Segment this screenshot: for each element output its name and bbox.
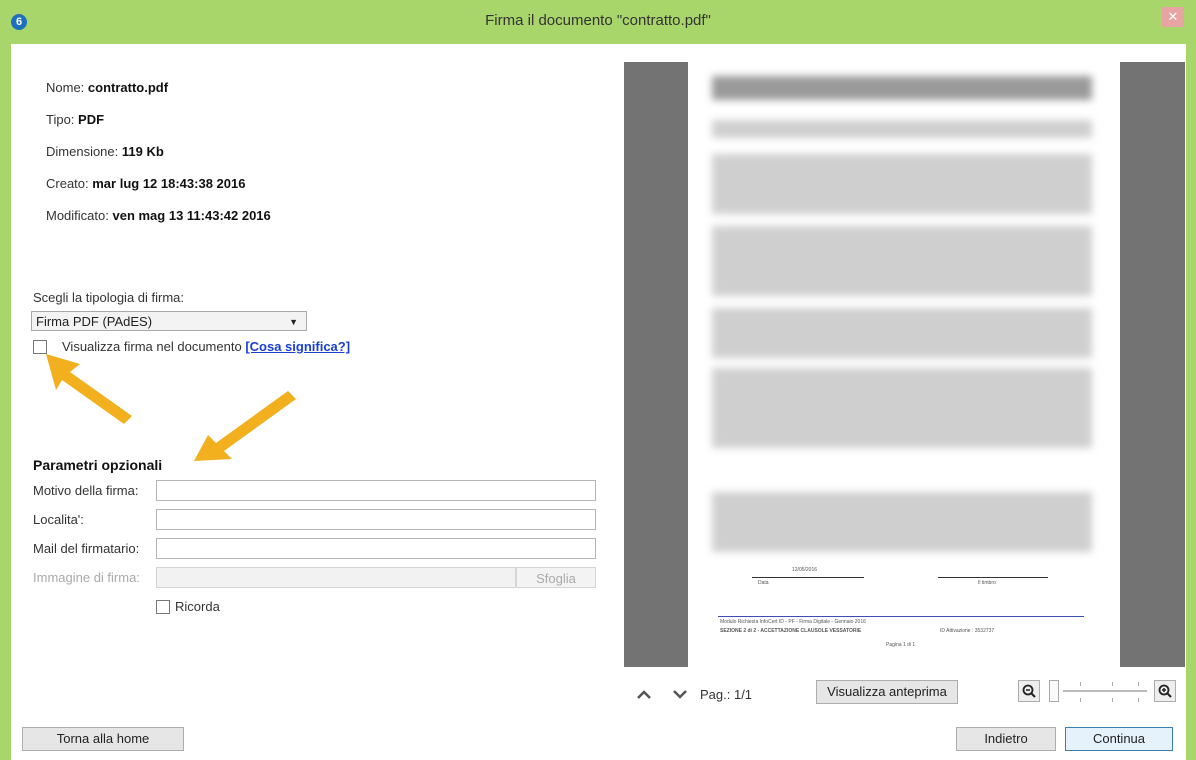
help-link[interactable]: [Cosa significa?]: [245, 339, 350, 354]
preview-button[interactable]: Visualizza anteprima: [816, 680, 958, 704]
signature-type-label: Scegli la tipologia di firma:: [33, 290, 185, 305]
remember-checkbox[interactable]: [156, 600, 170, 614]
file-type-row: Tipo: PDF: [46, 112, 104, 127]
location-label: Localita':: [33, 512, 84, 527]
annotation-arrow-icon: [194, 391, 296, 461]
signature-type-value: Firma PDF (PAdES): [36, 314, 153, 329]
page-indicator: Pag.: 1/1: [700, 687, 753, 702]
back-button[interactable]: Indietro: [956, 727, 1056, 751]
location-input[interactable]: [156, 509, 596, 530]
window-frame-left: [0, 44, 11, 760]
chevron-up-icon[interactable]: [632, 684, 656, 704]
blurred-text: [712, 368, 1092, 448]
window-frame-right: [1186, 44, 1196, 760]
document-page-preview: 12/05/2016 Data Il timbro Modulo Richies…: [688, 62, 1120, 667]
window-title: Firma il documento "contratto.pdf": [485, 12, 711, 29]
annotation-arrow-icon: [46, 354, 132, 424]
doc-footer-page: Pagina 1 di 1: [886, 642, 916, 648]
file-modified-row: Modificato: ven mag 13 11:43:42 2016: [46, 208, 271, 223]
file-name-row: Nome: contratto.pdf: [46, 80, 168, 95]
file-type-value: PDF: [78, 112, 105, 127]
zoom-slider-tick: [1138, 698, 1139, 702]
signature-image-input: [156, 567, 516, 588]
zoom-out-icon[interactable]: [1018, 680, 1040, 702]
doc-sign-caption: Il timbro: [978, 580, 996, 586]
close-button[interactable]: ✕: [1162, 7, 1184, 27]
doc-footer-line2: SEZIONE 2 di 2 - ACCETTAZIONE CLAUSOLE V…: [720, 628, 862, 634]
zoom-slider-tick: [1080, 682, 1081, 686]
file-size-label: Dimensione:: [46, 144, 122, 159]
dropdown-caret-icon: ▼: [289, 317, 298, 327]
browse-button: Sfoglia: [516, 567, 596, 588]
title-bar: 6 Firma il documento "contratto.pdf" ✕: [0, 0, 1196, 44]
file-created-label: Creato:: [46, 176, 93, 191]
file-created-value: mar lug 12 18:43:38 2016: [92, 176, 246, 191]
blurred-text: [712, 308, 1092, 358]
doc-footer-rule: [718, 616, 1084, 617]
blurred-text: [712, 154, 1092, 214]
file-name-value: contratto.pdf: [87, 80, 169, 95]
doc-date: 12/05/2016: [792, 567, 818, 573]
doc-footer-code: ID Attivazione : 3532737: [940, 628, 995, 634]
signature-type-select[interactable]: Firma PDF (PAdES) ▼: [31, 311, 307, 331]
zoom-slider-tick: [1112, 698, 1113, 702]
file-size-row: Dimensione: 119 Kb: [46, 144, 164, 159]
continue-button[interactable]: Continua: [1065, 727, 1173, 751]
zoom-slider-tick: [1112, 682, 1113, 686]
doc-footer-line1: Modulo Richiesta InfoCert ID - PF - Firm…: [720, 619, 866, 625]
doc-date-caption: Data: [758, 580, 769, 586]
file-name-label: Nome:: [46, 80, 88, 95]
blurred-text: [712, 492, 1092, 552]
reason-input[interactable]: [156, 480, 596, 501]
remember-label: Ricorda: [175, 599, 220, 614]
signature-image-label: Immagine di firma:: [33, 570, 140, 585]
blurred-header: [712, 76, 1092, 100]
doc-sign-line: [938, 577, 1048, 578]
email-input[interactable]: [156, 538, 596, 559]
zoom-slider-thumb[interactable]: [1049, 680, 1059, 702]
file-created-row: Creato: mar lug 12 18:43:38 2016: [46, 176, 245, 191]
doc-date-line: [752, 577, 864, 578]
zoom-slider-track[interactable]: [1063, 690, 1147, 692]
reason-label: Motivo della firma:: [33, 483, 139, 498]
optional-params-title: Parametri opzionali: [33, 457, 163, 473]
blurred-text: [712, 226, 1092, 296]
file-size-value: 119 Kb: [121, 144, 164, 159]
zoom-slider-tick: [1138, 682, 1139, 686]
chevron-down-icon[interactable]: [668, 684, 692, 704]
email-label: Mail del firmatario:: [33, 541, 140, 556]
home-button[interactable]: Torna alla home: [22, 727, 184, 751]
zoom-slider-tick: [1080, 698, 1081, 702]
blurred-text: [712, 120, 1092, 138]
file-modified-value: ven mag 13 11:43:42 2016: [112, 208, 271, 223]
file-modified-label: Modificato:: [46, 208, 113, 223]
zoom-in-icon[interactable]: [1154, 680, 1176, 702]
file-type-label: Tipo:: [46, 112, 79, 127]
